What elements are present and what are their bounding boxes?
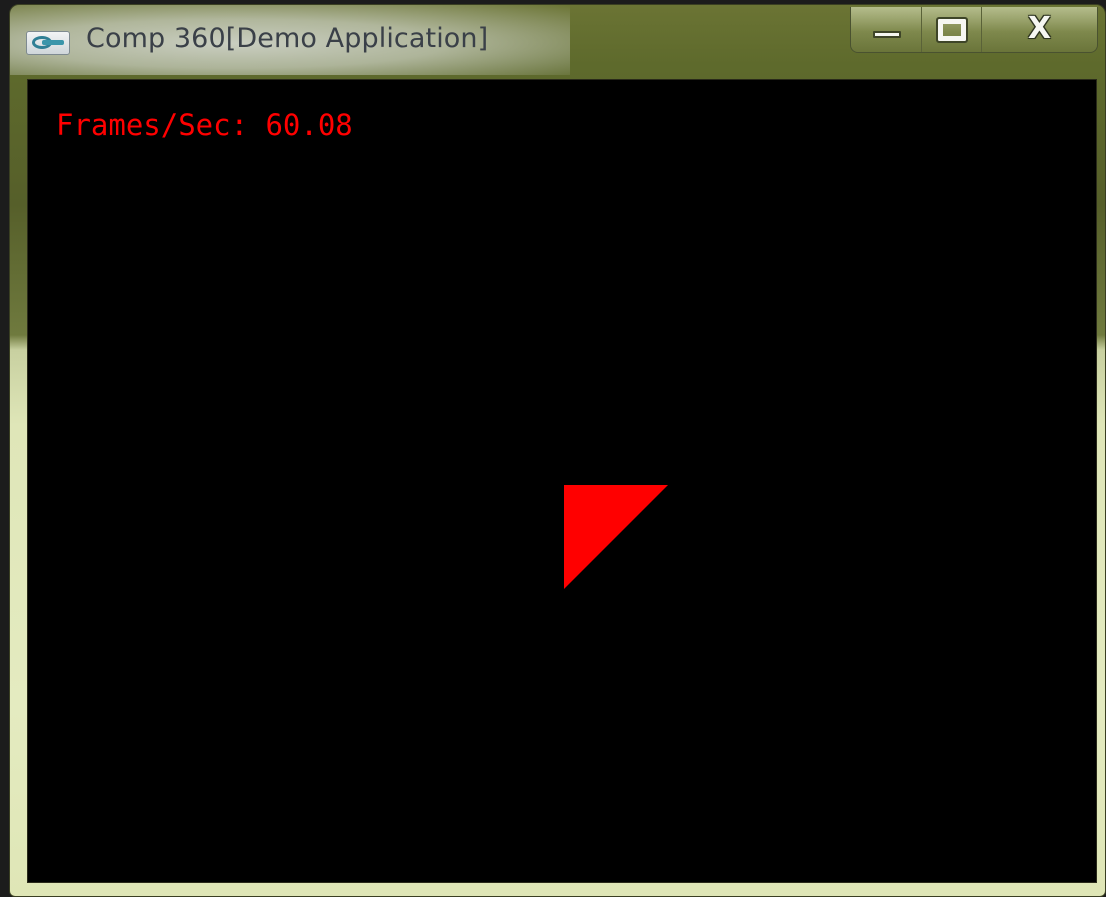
maximize-icon — [936, 17, 969, 43]
app-window: Comp 360[Demo Application] X Frames/Sec:… — [9, 4, 1106, 897]
red-triangle — [564, 485, 668, 589]
application-icon[interactable] — [26, 31, 70, 55]
maximize-button[interactable] — [922, 7, 982, 52]
minimize-button[interactable] — [851, 7, 923, 52]
scene-canvas — [564, 485, 668, 589]
render-viewport[interactable]: Frames/Sec: 60.08 — [27, 79, 1097, 883]
minimize-icon — [873, 31, 901, 38]
close-button[interactable]: X — [981, 7, 1097, 52]
caption-buttons: X — [850, 7, 1098, 53]
window-title: Comp 360[Demo Application] — [86, 23, 489, 54]
close-icon: X — [1027, 11, 1052, 46]
